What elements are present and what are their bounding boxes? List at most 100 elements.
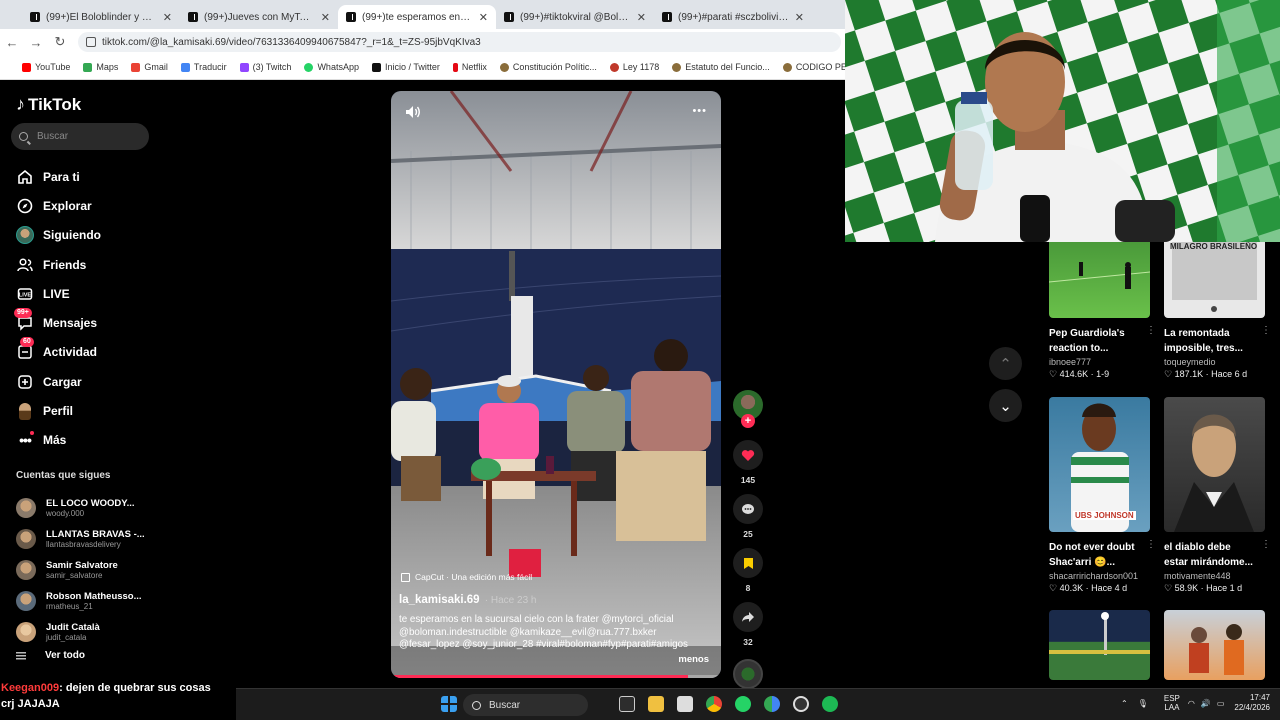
forward-arrow-icon[interactable]: → <box>24 35 48 50</box>
share-icon[interactable] <box>733 602 763 632</box>
nav-item-live[interactable]: LIVE LIVE <box>16 279 101 308</box>
chevron-up-icon[interactable]: ⌃ <box>989 347 1022 380</box>
recommended-video-card[interactable]: MILAGRO BRASILEÑO La remontada imposible,… <box>1164 242 1271 380</box>
volume-icon[interactable] <box>405 105 421 122</box>
bookmark-twitter[interactable]: Inicio / Twitter <box>371 62 440 72</box>
volume-icon[interactable]: 🔊 <box>1201 699 1211 708</box>
video-thumbnail[interactable]: MILAGRO BRASILEÑO <box>1164 242 1265 318</box>
nav-item-perfil[interactable]: Perfil <box>16 396 101 425</box>
tab-close-icon[interactable]: ✕ <box>637 11 646 24</box>
language-indicator[interactable]: ESP LAA <box>1164 694 1180 712</box>
see-all-link[interactable]: Ver todo <box>16 650 85 661</box>
browser-tab[interactable]: (99+)El Boloblinder y el Junte d ✕ <box>22 5 180 29</box>
nav-item-explorar[interactable]: Explorar <box>16 191 101 220</box>
heart-icon[interactable] <box>733 440 763 470</box>
battery-icon[interactable]: ▭ <box>1217 699 1225 708</box>
video-thumbnail[interactable] <box>1164 397 1265 532</box>
recommended-video-card[interactable] <box>1164 610 1265 680</box>
clock[interactable]: 17:47 22/4/2026 <box>1234 693 1270 713</box>
caption-less-toggle[interactable]: menos <box>678 654 709 665</box>
nav-label: Para ti <box>43 169 80 184</box>
bookmark-constitucion[interactable]: Constitución Polític... <box>499 62 597 72</box>
tab-close-icon[interactable]: ✕ <box>795 11 804 24</box>
comment-icon[interactable] <box>733 494 763 524</box>
card-more-icon[interactable]: ⋮ <box>1261 325 1271 336</box>
tiktok-logo[interactable]: ♪ TikTok <box>16 94 81 115</box>
browser-tab-active[interactable]: (99+)te esperamos en la sucursal ✕ <box>338 5 496 29</box>
video-thumbnail[interactable] <box>1164 610 1265 680</box>
site-info-icon[interactable] <box>86 37 96 47</box>
chevron-up-icon[interactable]: ⌃ <box>1121 699 1128 708</box>
spotify-icon[interactable] <box>822 696 838 712</box>
comment-action[interactable]: 25 <box>733 494 763 539</box>
following-account[interactable]: Samir Salvatore samir_salvatore <box>16 554 145 585</box>
nav-item-siguiendo[interactable]: Siguiendo <box>16 221 101 250</box>
card-more-icon[interactable]: ⋮ <box>1146 539 1156 550</box>
live-icon: LIVE <box>16 285 34 303</box>
microphone-icon[interactable]: 🎙 <box>1138 699 1148 708</box>
recommended-video-card[interactable]: UBS JOHNSON Do not ever doubt Shac'arri 😊… <box>1049 397 1156 594</box>
windows-start-icon[interactable] <box>441 696 457 712</box>
bookmark-twitch[interactable]: (3) Twitch <box>239 62 291 72</box>
tab-close-icon[interactable]: ✕ <box>479 11 488 24</box>
video-thumbnail[interactable] <box>1049 242 1150 318</box>
bookmark-netflix[interactable]: Netflix <box>452 62 487 72</box>
task-view-icon[interactable] <box>619 696 635 712</box>
nav-item-para-ti[interactable]: Para ti <box>16 162 101 191</box>
recommended-video-card[interactable]: el diablo debe estar mirándome... motivam… <box>1164 397 1271 594</box>
tab-close-icon[interactable]: ✕ <box>163 11 172 24</box>
recommended-video-card[interactable]: Pep Guardiola's reaction to... ibnoee777 … <box>1049 242 1156 380</box>
nav-item-cargar[interactable]: Cargar <box>16 367 101 396</box>
bookmark-codigo-penal[interactable]: CODIGO PENAL - C... <box>782 62 845 72</box>
following-account[interactable]: LLANTAS BRAVAS -... llantasbravasdelivery <box>16 523 145 554</box>
taskbar-search[interactable]: Buscar <box>463 694 588 716</box>
video-thumbnail[interactable] <box>1049 610 1150 680</box>
more-options-icon[interactable]: ••• <box>692 105 707 122</box>
browser-tab[interactable]: (99+)Jueves con MyTorci 🌿💚 ✕ <box>180 5 338 29</box>
bookmark-estatuto[interactable]: Estatuto del Funcio... <box>672 62 770 72</box>
creator-avatar[interactable]: + <box>733 390 763 428</box>
file-explorer-icon[interactable] <box>648 696 664 712</box>
bookmark-whatsapp[interactable]: WhatsApp <box>304 62 359 72</box>
url-field[interactable]: tiktok.com/@la_kamisaki.69/video/7631336… <box>78 32 841 52</box>
search-input[interactable]: Buscar <box>11 123 149 150</box>
chrome-profile-icon[interactable] <box>764 696 780 712</box>
whatsapp-icon[interactable] <box>735 696 751 712</box>
music-disc-icon[interactable] <box>733 659 763 689</box>
bookmark-youtube[interactable]: YouTube <box>22 62 70 72</box>
back-arrow-icon[interactable]: ← <box>0 35 24 50</box>
wifi-icon[interactable]: ◠ <box>1188 699 1195 708</box>
video-progress-bar[interactable] <box>391 675 721 678</box>
bookmark-ley[interactable]: Ley 1178 <box>609 62 659 72</box>
save-action[interactable]: 8 <box>733 548 763 593</box>
nav-item-mensajes[interactable]: 99+ Mensajes <box>14 308 101 337</box>
recommended-video-card[interactable] <box>1049 610 1150 680</box>
following-account[interactable]: EL LOCO WOODY... woody.000 <box>16 492 145 523</box>
bookmark-gmail[interactable]: Gmail <box>131 62 168 72</box>
nav-item-mas[interactable]: ••• Más <box>16 426 101 455</box>
video-player[interactable]: ••• CapCut · Una edición más fácil la_ka… <box>391 91 721 678</box>
reload-icon[interactable]: ↻ <box>48 34 72 50</box>
card-more-icon[interactable]: ⋮ <box>1261 539 1271 550</box>
video-author[interactable]: la_kamisaki.69 <box>399 594 480 606</box>
share-action[interactable]: 32 <box>733 602 763 647</box>
capcut-tag[interactable]: CapCut · Una edición más fácil <box>401 572 532 582</box>
video-thumbnail[interactable]: UBS JOHNSON <box>1049 397 1150 532</box>
following-account[interactable]: Robson Matheusso... rmatheus_21 <box>16 585 145 616</box>
tab-close-icon[interactable]: ✕ <box>321 11 330 24</box>
nav-item-friends[interactable]: Friends <box>16 250 101 279</box>
following-account[interactable]: Judit Català judit_catala <box>16 616 145 647</box>
bookmark-icon[interactable] <box>733 548 763 578</box>
chrome-icon[interactable] <box>706 696 722 712</box>
browser-tab[interactable]: (99+)#parati #sczbolivia#soe # ✕ <box>654 5 812 29</box>
bookmark-translate[interactable]: Traducir <box>180 62 227 72</box>
nav-item-actividad[interactable]: 60 Actividad <box>16 337 101 367</box>
bookmark-maps[interactable]: Maps <box>83 62 118 72</box>
store-icon[interactable] <box>677 696 693 712</box>
follow-plus-icon[interactable]: + <box>741 414 755 428</box>
like-action[interactable]: 145 <box>733 440 763 485</box>
chevron-down-icon[interactable]: ⌄ <box>989 389 1022 422</box>
browser-tab[interactable]: (99+)#tiktokviral @Bolomanind ✕ <box>496 5 654 29</box>
card-more-icon[interactable]: ⋮ <box>1146 325 1156 336</box>
obs-icon[interactable] <box>793 696 809 712</box>
